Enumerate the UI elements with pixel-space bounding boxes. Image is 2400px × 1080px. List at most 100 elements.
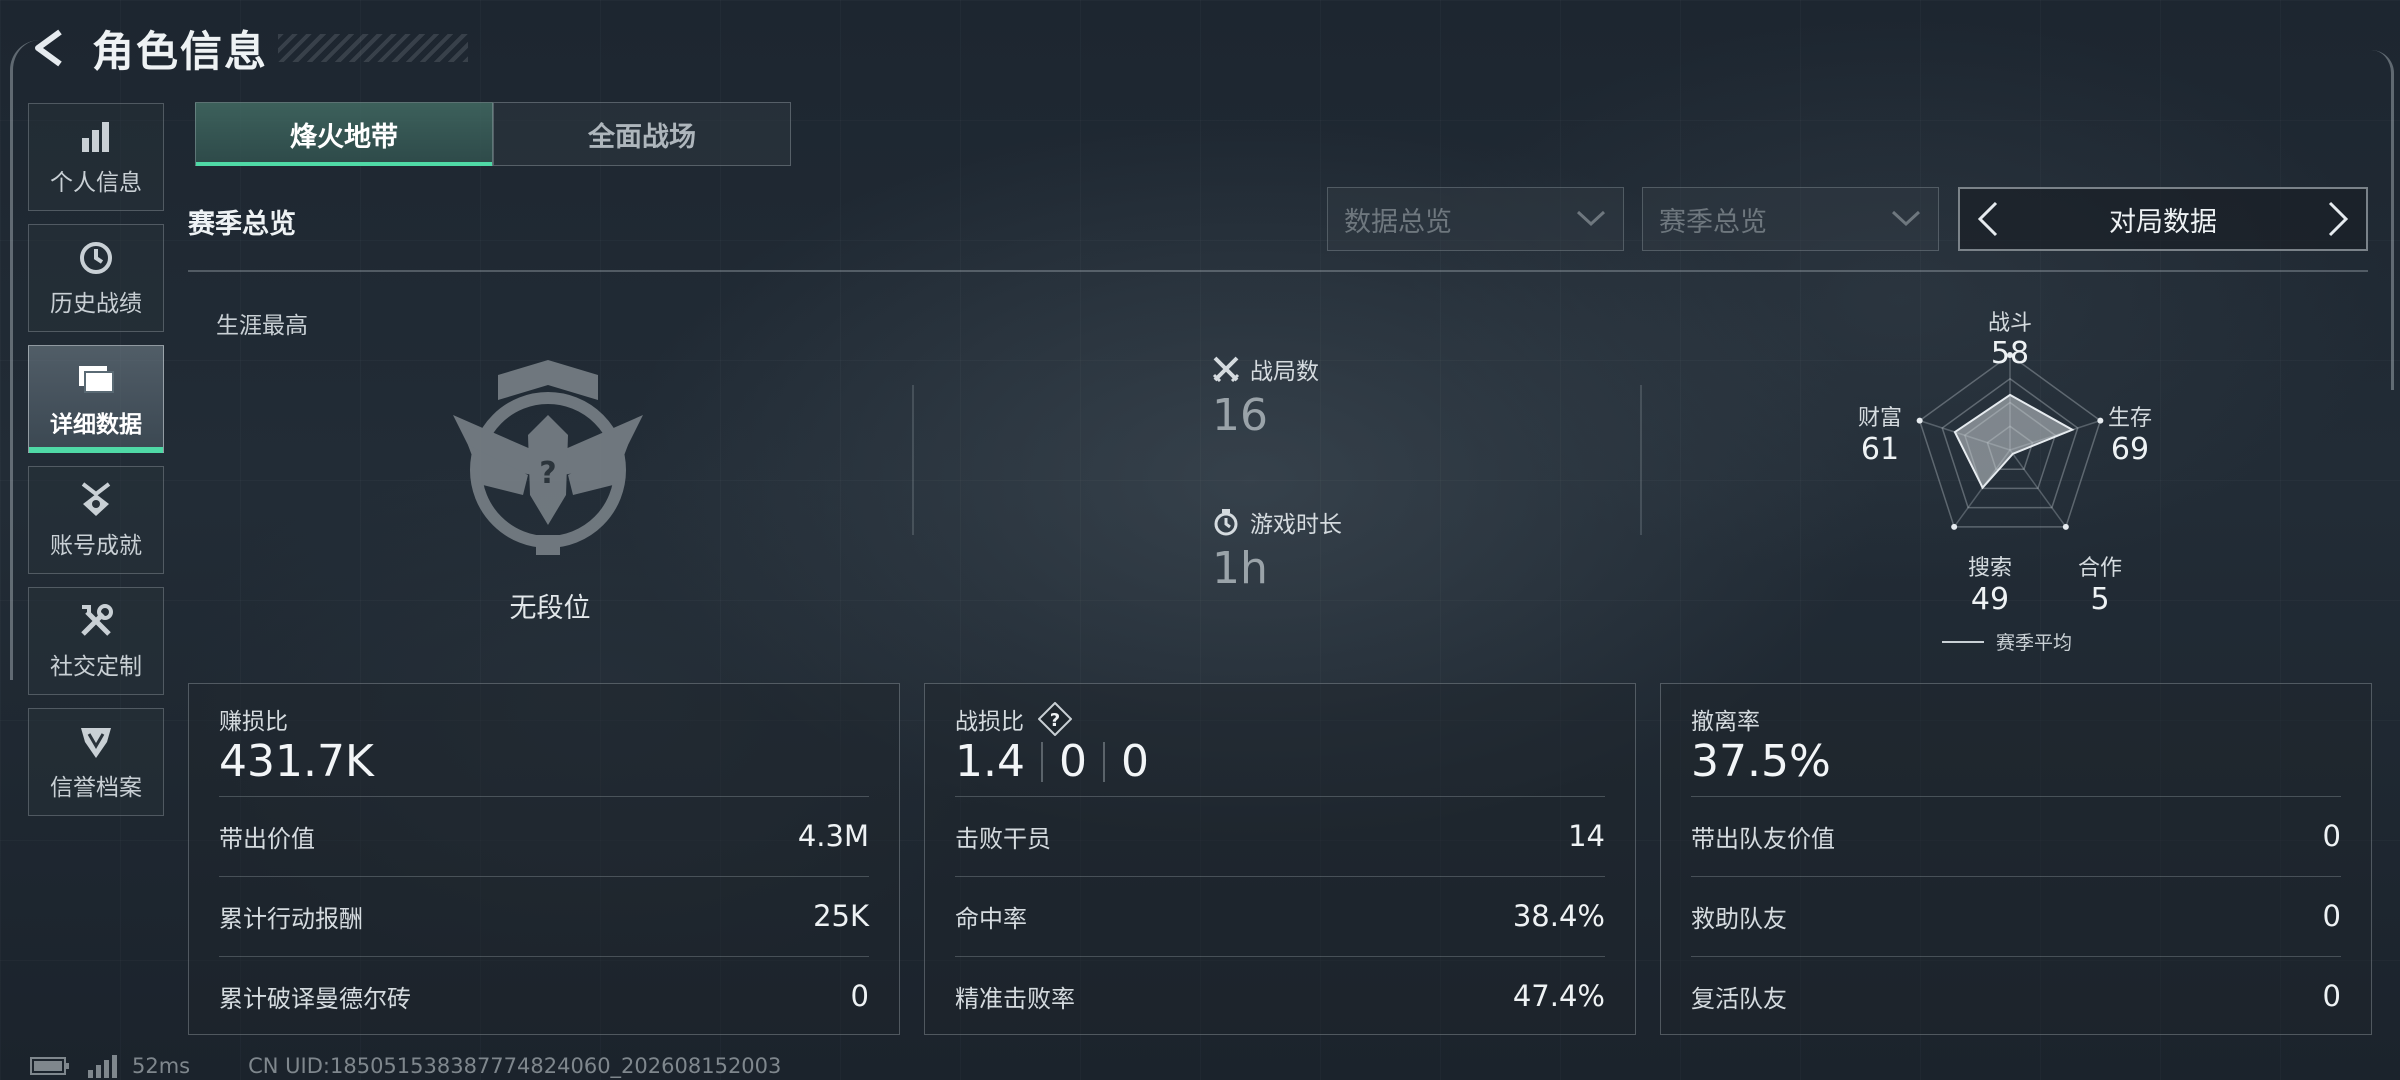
chevron-down-icon — [1575, 206, 1607, 234]
matches-stat: 战局数 16 — [1212, 352, 1319, 441]
bar-chart-icon — [76, 117, 116, 157]
ping-value: 52ms — [132, 1054, 191, 1078]
stat-row: 累计破译曼德尔砖 0 — [219, 956, 869, 1035]
season-overview-dropdown[interactable]: 赛季总览 — [1642, 187, 1939, 251]
status-footer: 52ms CN UID:185051538387774824060_202608… — [30, 1052, 781, 1080]
sidebar-item-label: 个人信息 — [50, 170, 142, 196]
stat-row-value: 0 — [850, 979, 869, 1013]
sidebar-item-achievements[interactable]: 账号成就 — [28, 466, 164, 574]
dropdown-value: 数据总览 — [1344, 206, 1452, 238]
value-separator — [1102, 741, 1105, 782]
help-icon-glyph: ? — [1050, 710, 1060, 731]
section-divider — [188, 270, 2368, 272]
stat-row: 带出队友价值 0 — [1691, 796, 2341, 875]
legend-label: 赛季平均 — [1996, 632, 2073, 654]
playtime-stat: 游戏时长 1h — [1212, 505, 1342, 594]
sidebar-item-history[interactable]: 历史战绩 — [28, 224, 164, 332]
sidebar-item-label: 信誉档案 — [50, 775, 142, 801]
stat-row-label: 带出队友价值 — [1691, 824, 1835, 853]
kd-value: 0 — [1058, 736, 1087, 787]
radar-value-search: 49 — [1970, 582, 2010, 617]
career-best-label: 生涯最高 — [216, 313, 308, 339]
rank-text: 无段位 — [509, 593, 591, 624]
kd-ratio-card: 战损比 ? 1.4 0 0 击败干员 14 命中率 38.4% 精准击败率 47… — [924, 683, 1636, 1035]
stat-row: 累计行动报酬 25K — [219, 876, 869, 955]
data-overview-dropdown[interactable]: 数据总览 — [1327, 187, 1624, 251]
radar-value-shape — [1953, 393, 2075, 490]
stat-row-label: 复活队友 — [1691, 984, 1787, 1013]
stat-row-value: 0 — [2322, 979, 2341, 1013]
mode-tabs: 烽火地带 全面战场 — [195, 102, 791, 166]
stat-row-label: 累计破译曼德尔砖 — [219, 984, 411, 1013]
stat-row: 复活队友 0 — [1691, 956, 2341, 1035]
radar-axis-dot — [2062, 523, 2069, 530]
stat-row: 救助队友 0 — [1691, 876, 2341, 955]
stat-row-value: 38.4% — [1512, 899, 1605, 933]
radar-label-search: 搜索 — [1967, 556, 2012, 581]
sidebar-item-detailed-data[interactable]: 详细数据 — [28, 345, 164, 453]
kd-value: 0 — [1120, 736, 1149, 787]
back-arrow-icon[interactable] — [28, 26, 72, 70]
playtime-label: 游戏时长 — [1250, 512, 1342, 538]
stat-row-value: 4.3M — [797, 819, 869, 853]
help-icon[interactable]: ? — [1038, 702, 1072, 736]
card-value: 431.7K — [219, 736, 374, 787]
matches-label: 战局数 — [1250, 359, 1319, 385]
stepper-label: 对局数据 — [2109, 206, 2217, 238]
sidebar: 个人信息 历史战绩 详细数据 账号成就 社交定制 信誉档案 — [28, 103, 166, 829]
value-separator — [1040, 741, 1043, 782]
dropdown-value: 赛季总览 — [1659, 206, 1767, 238]
chevron-right-icon[interactable] — [2316, 189, 2360, 249]
stat-row-label: 精准击败率 — [955, 984, 1075, 1013]
card-label: 战损比 — [955, 709, 1024, 735]
sidebar-item-reputation[interactable]: 信誉档案 — [28, 708, 164, 816]
folder-icon — [76, 359, 116, 399]
medal-icon — [76, 480, 116, 520]
card-value: 37.5% — [1691, 736, 1831, 787]
stat-row-value: 0 — [2322, 899, 2341, 933]
card-label: 撤离率 — [1691, 709, 1760, 735]
stat-row-value: 47.4% — [1512, 979, 1605, 1013]
stopwatch-icon — [1214, 509, 1238, 536]
stat-row-label: 救助队友 — [1691, 904, 1787, 933]
chevron-left-icon[interactable] — [1966, 189, 2010, 249]
shield-badge-icon — [76, 722, 116, 762]
section-title: 赛季总览 — [188, 209, 296, 240]
radar-axis-dot — [1951, 523, 1958, 530]
stat-row-value: 14 — [1568, 819, 1605, 853]
stat-row-value: 25K — [813, 899, 869, 933]
frame-right-decoration — [2371, 50, 2394, 390]
card-label: 赚损比 — [219, 709, 288, 735]
sidebar-item-label: 社交定制 — [50, 654, 142, 680]
stat-row-label: 命中率 — [955, 904, 1027, 933]
playtime-value: 1h — [1212, 543, 1268, 594]
uid-text: CN UID:185051538387774824060_20260815200… — [248, 1054, 782, 1078]
kd-value: 1.4 — [955, 736, 1025, 787]
profit-loss-card: 赚损比 431.7K 带出价值 4.3M 累计行动报酬 25K 累计破译曼德尔砖… — [188, 683, 900, 1035]
page-title: 角色信息 — [92, 26, 269, 76]
battery-icon — [30, 1057, 69, 1075]
stat-row-label: 累计行动报酬 — [219, 904, 363, 933]
sidebar-item-label: 账号成就 — [50, 533, 142, 559]
tab-hazard-zone[interactable]: 烽火地带 — [195, 102, 493, 166]
extraction-rate-card: 撤离率 37.5% 带出队友价值 0 救助队友 0 复活队友 0 — [1660, 683, 2372, 1035]
overview-divider — [912, 385, 914, 535]
stat-row: 带出价值 4.3M — [219, 796, 869, 875]
sidebar-item-social-custom[interactable]: 社交定制 — [28, 587, 164, 695]
stat-row-label: 带出价值 — [219, 824, 315, 853]
match-data-stepper: 对局数据 — [1958, 187, 2368, 251]
radar-label-combat: 战斗 — [1987, 311, 2032, 336]
radar-value-wealth: 61 — [1860, 432, 1900, 467]
radar-label-wealth: 财富 — [1857, 406, 1902, 431]
crossed-swords-icon — [1212, 356, 1240, 383]
tab-full-battlefield[interactable]: 全面战场 — [493, 102, 791, 166]
stat-row-label: 击败干员 — [955, 824, 1051, 853]
sidebar-item-personal-info[interactable]: 个人信息 — [28, 103, 164, 211]
card-label-wrap: 战损比 ? — [955, 702, 1072, 736]
stat-row: 命中率 38.4% — [955, 876, 1605, 955]
radar-label-teamwork: 合作 — [2077, 556, 2122, 581]
header: 角色信息 — [28, 18, 469, 78]
stat-row-value: 0 — [2322, 819, 2341, 853]
legend-line — [1942, 640, 1984, 643]
stat-row: 精准击败率 47.4% — [955, 956, 1605, 1035]
